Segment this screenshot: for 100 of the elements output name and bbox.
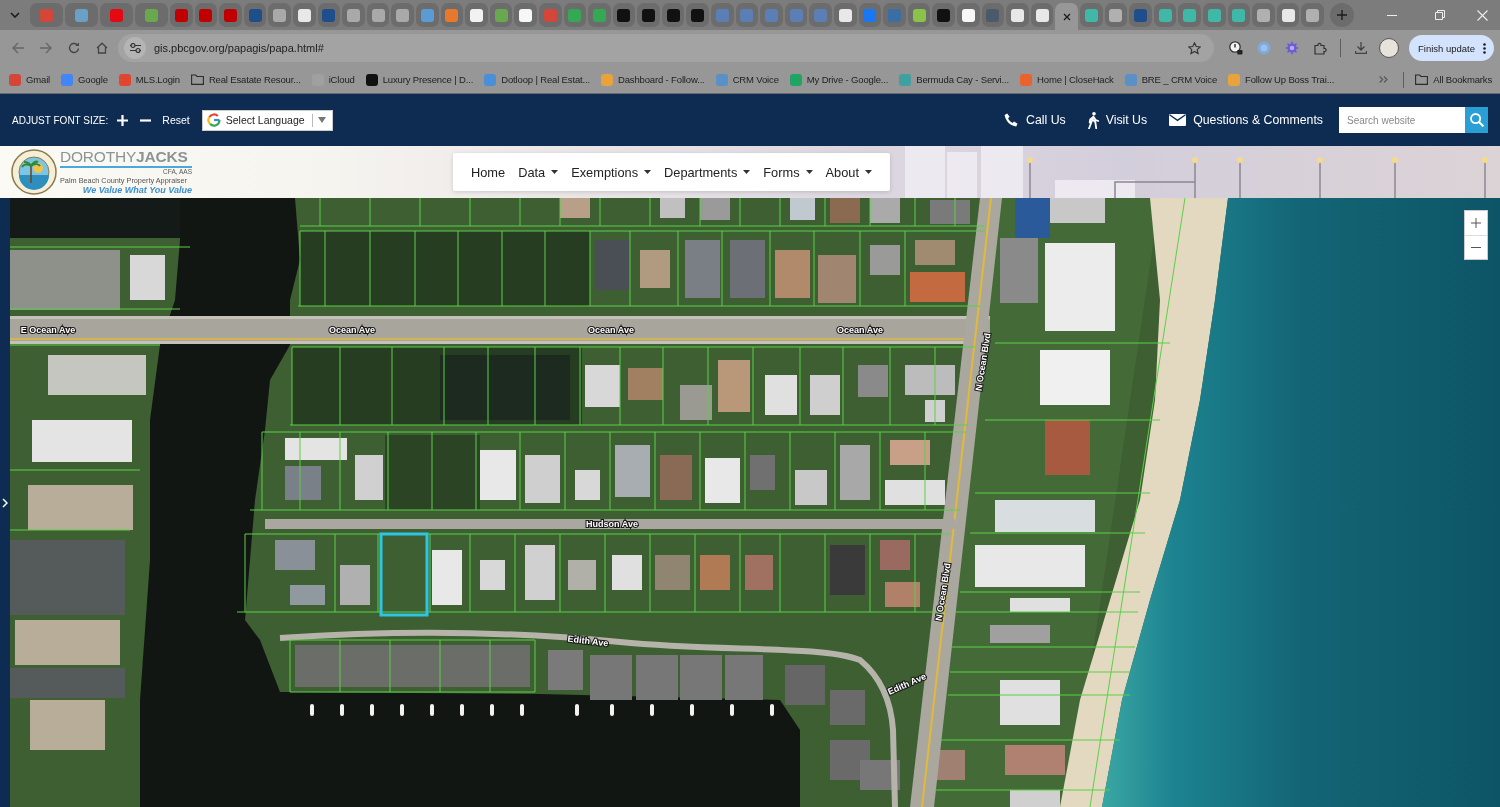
header-link[interactable]: Questions & Comments [1169, 108, 1323, 132]
bookmark-link[interactable]: Real Esatate Resour... [190, 68, 301, 91]
browser-tab[interactable] [686, 3, 710, 27]
browser-tab[interactable] [1079, 3, 1103, 27]
language-label: Select Language [225, 114, 305, 126]
walking-person-icon [1087, 111, 1099, 129]
browser-tab[interactable] [1276, 3, 1300, 27]
font-size-label: ADJUST FONT SIZE: [12, 114, 109, 126]
caret-down-icon [865, 170, 872, 174]
plus-icon [1336, 10, 1347, 20]
nav-link[interactable]: Exemptions [571, 160, 652, 184]
browser-tab[interactable] [391, 3, 414, 27]
bookmark-link[interactable]: Dotloop | Real Estat... [484, 68, 590, 91]
bookmark-link[interactable]: Home | CloseHack [1020, 68, 1114, 91]
browser-tab[interactable] [637, 3, 660, 27]
address-field[interactable]: gis.pbcgov.org/papagis/papa.html# [118, 34, 1214, 62]
bookmark-link[interactable]: Luxury Presence | D... [365, 68, 474, 91]
home-icon [96, 42, 108, 54]
bookmark-link[interactable]: Google [61, 68, 108, 91]
restore-icon [1435, 10, 1445, 20]
bookmark-link[interactable]: Dashboard - Follow... [601, 68, 705, 91]
reset-font-button[interactable]: Reset [162, 110, 190, 130]
bookmark-link[interactable]: Gmail [9, 68, 51, 91]
browser-tab[interactable] [661, 3, 685, 27]
browser-tab[interactable] [465, 3, 488, 27]
street-label: N Ocean Blvd [973, 332, 993, 392]
street-label: N Ocean Blvd [933, 562, 953, 622]
browser-tab[interactable] [342, 3, 365, 27]
bookmark-link[interactable]: iCloud [311, 68, 355, 91]
bookmark-link[interactable]: My Drive - Google... [789, 68, 889, 91]
site-info-button[interactable] [124, 37, 146, 59]
seal-icon [11, 149, 57, 195]
search-button[interactable] [1465, 107, 1488, 133]
plus-icon [116, 114, 128, 126]
street-label: Edith Ave [567, 633, 609, 649]
browser-tab[interactable] [1030, 3, 1054, 27]
caret-down-icon [551, 170, 559, 174]
language-select[interactable]: Select Language [201, 109, 333, 131]
selected-parcel-outline[interactable] [379, 532, 429, 617]
puzzle-icon [1313, 41, 1327, 55]
bookmark-link[interactable]: MLS.Login [118, 68, 180, 91]
browser-tab[interactable] [957, 3, 980, 27]
nav-link[interactable]: Forms [763, 160, 813, 184]
browser-tab[interactable] [1153, 3, 1177, 27]
caret-down-icon [805, 170, 813, 174]
browser-tab[interactable] [243, 3, 267, 27]
lock-badge-icon [1229, 41, 1243, 55]
nav-link[interactable]: Home [471, 160, 506, 184]
header-link[interactable]: Call Us [1004, 108, 1066, 132]
search-icon [1469, 113, 1484, 127]
browser-tab[interactable] [1227, 3, 1251, 27]
logo-name: DOROTHYJACKS [60, 148, 189, 165]
browser-tab[interactable] [366, 3, 390, 27]
browser-tab[interactable] [268, 3, 291, 27]
street-label: Ocean Ave [588, 325, 634, 335]
browser-tab[interactable] [1006, 3, 1029, 27]
caret-down-icon [644, 170, 652, 174]
browser-tab[interactable] [834, 3, 857, 27]
g-logo-icon [206, 113, 221, 127]
all-bookmarks-button[interactable]: All Bookmarks [1415, 68, 1492, 91]
street-label: Ocean Ave [329, 325, 375, 335]
browser-tab[interactable] [907, 3, 931, 27]
caret-down-icon [743, 170, 751, 174]
browser-tab[interactable] [1301, 3, 1324, 27]
logo-slogan: We Value What You Value [82, 185, 192, 196]
nav-link[interactable]: About [825, 160, 872, 184]
browser-tab[interactable] [1178, 3, 1201, 27]
folder-icon [1415, 74, 1429, 85]
arrow-left-icon [12, 42, 24, 54]
caret-down-icon [317, 117, 326, 123]
browser-tab[interactable] [932, 3, 955, 27]
browser-tab[interactable] [1202, 3, 1226, 27]
search-field[interactable]: Search website [1339, 107, 1465, 133]
browser-tab[interactable] [612, 3, 636, 27]
minus-icon [139, 118, 151, 122]
browser-tab[interactable] [514, 3, 537, 27]
new-tab-button[interactable] [1329, 3, 1354, 27]
browser-tab[interactable] [1129, 3, 1152, 27]
browser-tab[interactable] [1252, 3, 1275, 27]
browser-tab[interactable] [317, 3, 341, 27]
url-text: gis.pbcgov.org/papagis/papa.html# [154, 42, 324, 54]
arrow-right-icon [40, 42, 52, 54]
browser-tab[interactable] [1055, 3, 1078, 30]
header-link[interactable]: Visit Us [1087, 108, 1148, 132]
nav-link[interactable]: Data [518, 160, 559, 184]
bookmark-link[interactable]: BRE _ CRM Voice [1124, 68, 1218, 91]
minimize-icon [1387, 14, 1397, 16]
orb-icon [1257, 41, 1271, 55]
update-button[interactable]: Finish update [1409, 35, 1495, 61]
chevron-down-icon [10, 12, 20, 18]
bookmark-link[interactable]: Bermuda Cay - Servi... [899, 68, 1010, 91]
browser-tab[interactable] [1104, 3, 1128, 27]
street-label: Edith Ave [886, 671, 928, 697]
plus-icon [1471, 218, 1481, 228]
close-icon [1062, 12, 1071, 21]
folder-icon [190, 74, 204, 85]
bookmark-link[interactable]: Follow Up Boss Trai... [1228, 68, 1335, 91]
nav-link[interactable]: Departments [664, 160, 751, 184]
bookmark-link[interactable]: CRM Voice [715, 68, 779, 91]
browser-tab[interactable] [292, 3, 316, 27]
